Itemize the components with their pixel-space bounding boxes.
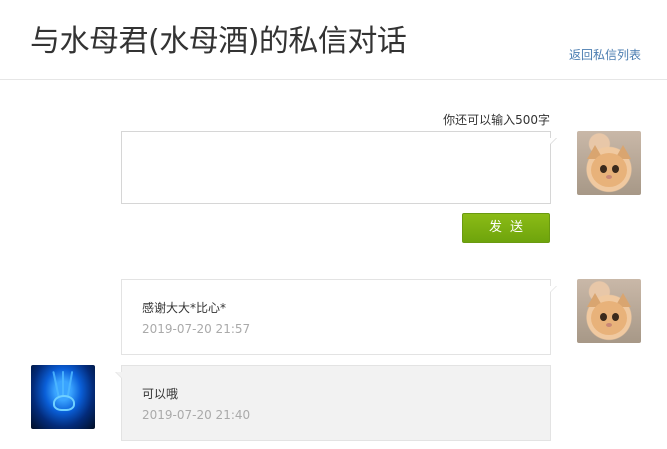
- message-received: 可以哦 2019-07-20 21:40: [121, 365, 551, 441]
- cat-face: [591, 301, 627, 335]
- cat-eye-right: [612, 313, 619, 321]
- send-button[interactable]: 发送: [462, 213, 550, 243]
- jelly-tentacle: [52, 371, 60, 397]
- message-text: 感谢大大*比心*: [142, 301, 227, 315]
- cat-nose: [606, 323, 612, 327]
- jellyfish-icon: [53, 395, 75, 411]
- cat-eye-right: [612, 165, 619, 173]
- back-to-inbox-link[interactable]: 返回私信列表: [569, 46, 641, 63]
- page-title: 与水母君(水母酒)的私信对话: [30, 24, 407, 59]
- remaining-chars-label: 你还可以输入500字: [443, 113, 550, 127]
- message-text: 可以哦: [142, 387, 179, 401]
- contact-avatar[interactable]: [31, 365, 95, 429]
- sender-avatar[interactable]: [577, 279, 641, 343]
- cat-eye-left: [600, 313, 607, 321]
- my-avatar[interactable]: [577, 131, 641, 195]
- received-message-notch: [115, 372, 122, 379]
- message-timestamp: 2019-07-20 21:40: [142, 408, 251, 422]
- cat-nose: [606, 175, 612, 179]
- cat-eye-left: [600, 165, 607, 173]
- message-sent: 感谢大大*比心* 2019-07-20 21:57: [121, 279, 551, 355]
- jelly-tentacle: [62, 371, 64, 397]
- message-timestamp: 2019-07-20 21:57: [142, 322, 251, 336]
- compose-notch: [550, 138, 557, 145]
- message-compose-input[interactable]: [121, 131, 551, 204]
- jelly-tentacle: [66, 371, 74, 397]
- cat-face: [591, 153, 627, 187]
- page-header: 与水母君(水母酒)的私信对话 返回私信列表: [0, 0, 667, 80]
- sent-message-notch: [550, 286, 557, 293]
